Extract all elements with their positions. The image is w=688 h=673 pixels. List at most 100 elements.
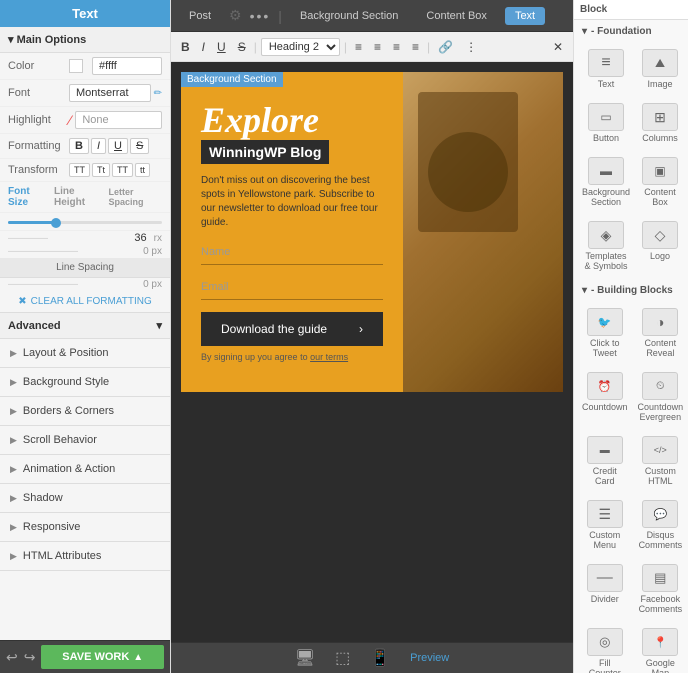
transform-label: Transform bbox=[8, 164, 63, 176]
block-columns[interactable]: Columns bbox=[636, 97, 684, 149]
shadow-arrow-icon: ▶ bbox=[10, 493, 17, 504]
block-fill-counter[interactable]: Fill Counter bbox=[578, 622, 632, 673]
font-size-slider-area[interactable] bbox=[0, 213, 170, 231]
block-image[interactable]: Image bbox=[636, 43, 684, 95]
shadow-item: ▶ Shadow bbox=[0, 484, 170, 513]
transform-upper-button[interactable]: TT bbox=[112, 163, 133, 177]
line-height-label[interactable]: Line Height bbox=[54, 186, 101, 208]
bg-section-tab[interactable]: Background Section bbox=[290, 7, 408, 25]
link-btn[interactable]: 🔗 bbox=[434, 38, 457, 56]
settings-icon[interactable]: ⚙ bbox=[229, 7, 242, 24]
disqus-block-label: Disqus Comments bbox=[638, 530, 684, 550]
background-style-header[interactable]: ▶ Background Style bbox=[0, 368, 170, 396]
left-panel: Text ▾ Main Options Color #ffff Font Mon… bbox=[0, 0, 171, 673]
font-size-number[interactable]: 36 bbox=[134, 232, 146, 244]
layout-position-header[interactable]: ▶ Layout & Position bbox=[0, 339, 170, 367]
borders-arrow-icon: ▶ bbox=[10, 406, 17, 417]
heading-select[interactable]: Heading 2 bbox=[261, 38, 340, 56]
fmt-strike-btn[interactable]: S bbox=[234, 38, 250, 56]
fmt-bold-btn[interactable]: B bbox=[177, 38, 194, 56]
close-formatting-btn[interactable]: ✕ bbox=[549, 38, 567, 56]
text-tab[interactable]: Text bbox=[505, 7, 545, 25]
html-attributes-header[interactable]: ▶ HTML Attributes bbox=[0, 542, 170, 570]
line-spacing-button[interactable]: Line Spacing bbox=[0, 258, 170, 278]
mobile-icon[interactable]: 📱 bbox=[370, 648, 390, 668]
dots-menu[interactable]: ••• bbox=[250, 8, 271, 24]
terms-link[interactable]: our terms bbox=[310, 352, 348, 362]
transform-title-button[interactable]: Tt bbox=[92, 163, 110, 177]
block-disqus[interactable]: Disqus Comments bbox=[634, 494, 688, 556]
block-logo[interactable]: Logo bbox=[636, 215, 684, 277]
highlight-value[interactable]: None bbox=[75, 111, 162, 129]
building-blocks-section-title[interactable]: ▾ - Building Blocks bbox=[574, 279, 688, 300]
block-content-reveal[interactable]: Content Reveal bbox=[634, 302, 688, 364]
transform-none-button[interactable]: TT bbox=[69, 163, 90, 177]
block-content-box[interactable]: Content Box bbox=[636, 151, 684, 213]
block-bg-section[interactable]: Background Section bbox=[578, 151, 634, 213]
block-divider[interactable]: Divider bbox=[578, 558, 632, 620]
tablet-icon[interactable]: ⬚ bbox=[335, 648, 350, 668]
font-size-slider-track[interactable] bbox=[8, 221, 162, 224]
shadow-header[interactable]: ▶ Shadow bbox=[0, 484, 170, 512]
undo-button[interactable]: ↩ bbox=[6, 649, 18, 666]
color-value[interactable]: #ffff bbox=[92, 57, 162, 75]
letter-spacing-label[interactable]: Letter Spacing bbox=[109, 187, 162, 207]
main-options-header[interactable]: ▾ Main Options bbox=[0, 27, 170, 53]
align-right-btn[interactable]: ≡ bbox=[389, 38, 404, 56]
redo-button[interactable]: ↪ bbox=[24, 649, 36, 666]
align-center-btn[interactable]: ≡ bbox=[370, 38, 385, 56]
email-input[interactable] bbox=[201, 275, 383, 300]
name-input[interactable] bbox=[201, 240, 383, 265]
desktop-icon[interactable]: 🖥 bbox=[295, 648, 315, 668]
fmt-italic-btn[interactable]: I bbox=[198, 38, 209, 56]
foundation-section-title[interactable]: ▾ - Foundation bbox=[574, 20, 688, 41]
font-edit-icon[interactable]: ✏ bbox=[154, 88, 162, 99]
button-block-icon bbox=[588, 103, 624, 131]
block-templates[interactable]: Templates & Symbols bbox=[578, 215, 634, 277]
block-tab-label[interactable]: Block bbox=[580, 4, 607, 15]
align-left-btn[interactable]: ≡ bbox=[351, 38, 366, 56]
slider-thumb[interactable] bbox=[51, 218, 61, 228]
download-button[interactable]: Download the guide › bbox=[201, 312, 383, 346]
save-work-button[interactable]: SAVE WORK ▲ bbox=[41, 645, 164, 669]
block-countdown-evergreen[interactable]: Countdown Evergreen bbox=[634, 366, 688, 428]
separator-1: | bbox=[278, 8, 282, 24]
bold-button[interactable]: B bbox=[69, 138, 89, 154]
block-countdown[interactable]: Countdown bbox=[578, 366, 632, 428]
underline-button[interactable]: U bbox=[108, 138, 128, 154]
layout-position-label: Layout & Position bbox=[23, 347, 109, 359]
strikethrough-button[interactable]: S bbox=[130, 138, 149, 154]
gmap-block-icon bbox=[642, 628, 678, 656]
preview-button[interactable]: Preview bbox=[410, 652, 449, 664]
block-button[interactable]: Button bbox=[578, 97, 634, 149]
responsive-header[interactable]: ▶ Responsive bbox=[0, 513, 170, 541]
more-options-btn[interactable]: ⋮ bbox=[461, 38, 481, 56]
color-swatch[interactable] bbox=[69, 59, 83, 73]
block-google-map[interactable]: Google Map bbox=[634, 622, 688, 673]
image-block-label: Image bbox=[648, 79, 673, 89]
scroll-behavior-header[interactable]: ▶ Scroll Behavior bbox=[0, 426, 170, 454]
italic-button[interactable]: I bbox=[91, 138, 106, 154]
transform-lower-button[interactable]: tt bbox=[135, 163, 150, 177]
block-facebook-comments[interactable]: Facebook Comments bbox=[634, 558, 688, 620]
align-justify-btn[interactable]: ≡ bbox=[408, 38, 423, 56]
advanced-header[interactable]: Advanced ▾ bbox=[0, 313, 170, 339]
animation-action-header[interactable]: ▶ Animation & Action bbox=[0, 455, 170, 483]
post-tab[interactable]: Post bbox=[179, 7, 221, 25]
font-size-label[interactable]: Font Size bbox=[8, 186, 46, 208]
columns-block-label: Columns bbox=[642, 133, 678, 143]
block-custom-html[interactable]: Custom HTML bbox=[634, 430, 688, 492]
borders-corners-header[interactable]: ▶ Borders & Corners bbox=[0, 397, 170, 425]
content-box-block-icon bbox=[642, 157, 678, 185]
block-credit-card[interactable]: Credit Card bbox=[578, 430, 632, 492]
format-buttons: B I U S bbox=[69, 138, 162, 154]
fmt-underline-btn[interactable]: U bbox=[213, 38, 230, 56]
clear-formatting-button[interactable]: ✖ CLEAR ALL FORMATTING bbox=[0, 291, 170, 313]
block-custom-menu[interactable]: Custom Menu bbox=[578, 494, 632, 556]
block-click-tweet[interactable]: Click to Tweet bbox=[578, 302, 632, 364]
font-value[interactable]: Montserrat bbox=[69, 84, 151, 102]
advanced-label: Advanced bbox=[8, 320, 61, 332]
content-box-tab[interactable]: Content Box bbox=[416, 7, 497, 25]
block-text[interactable]: Text bbox=[578, 43, 634, 95]
main-options-label: ▾ Main Options bbox=[8, 33, 86, 46]
